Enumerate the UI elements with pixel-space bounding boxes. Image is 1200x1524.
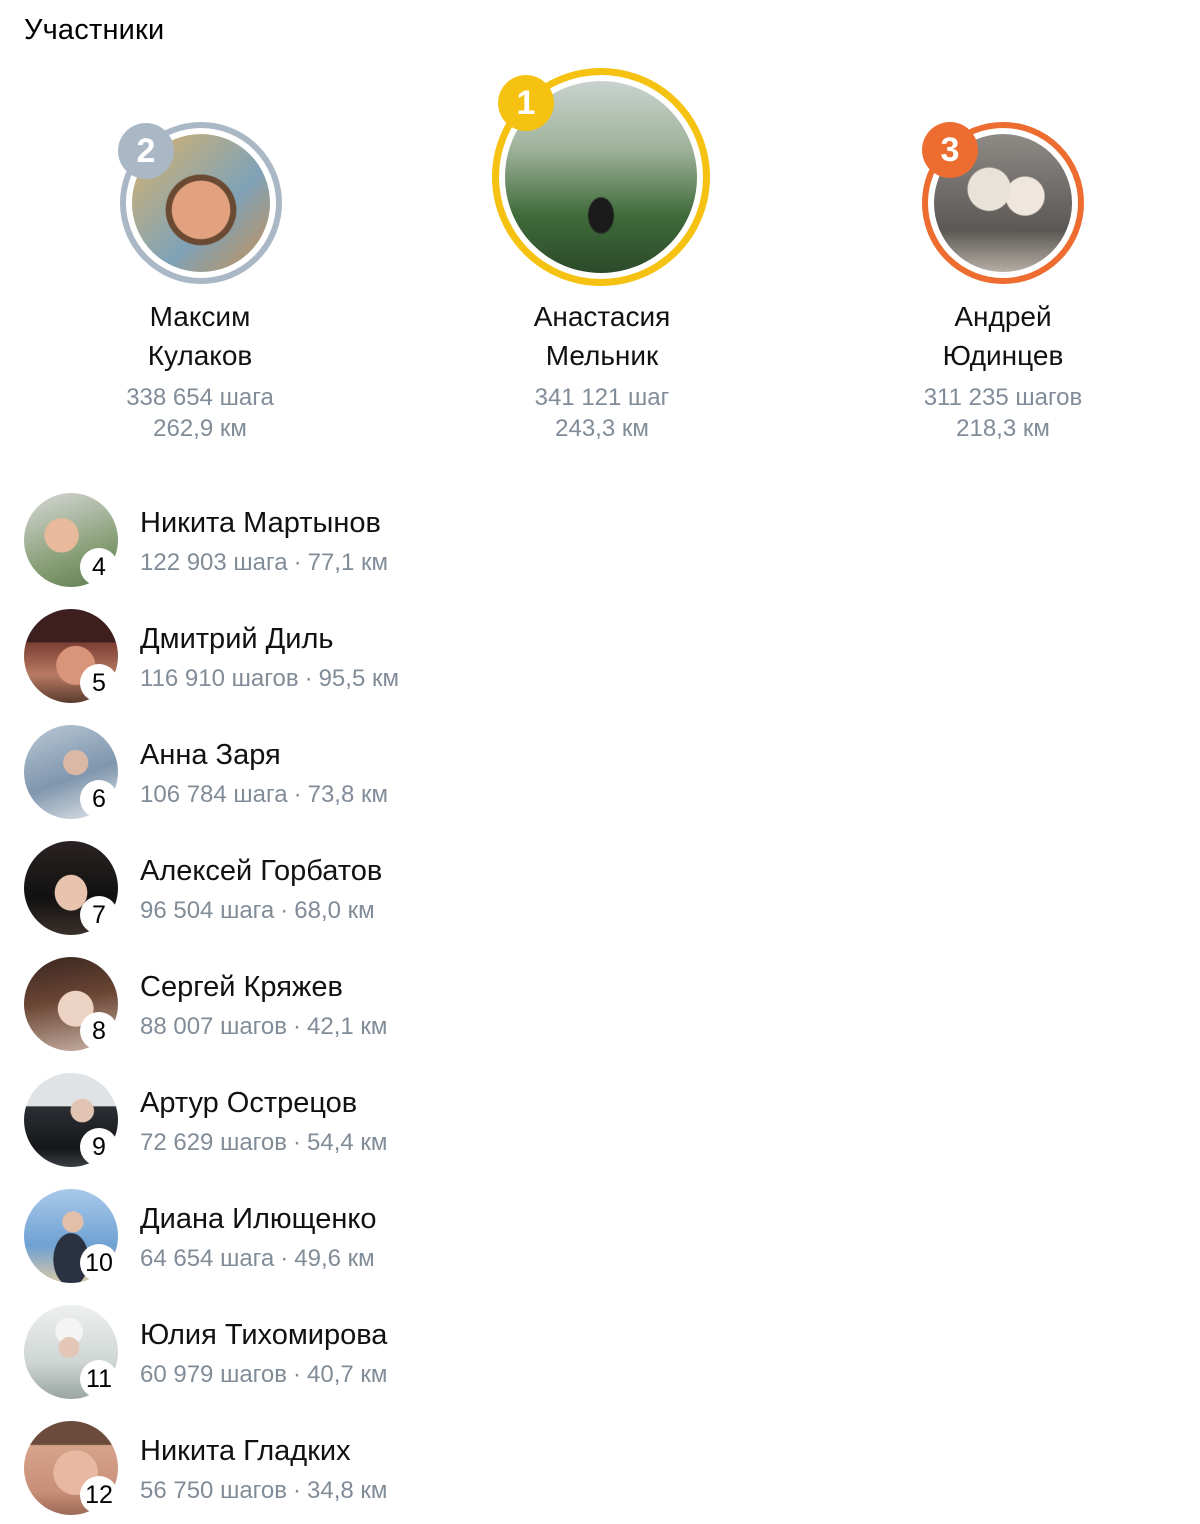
list-item[interactable]: 11 Юлия Тихомирова 60 979 шагов · 40,7 км	[24, 1305, 724, 1405]
place-badge: 6	[80, 780, 118, 818]
participant-stats: 56 750 шагов · 34,8 км	[140, 1477, 387, 1505]
place-badge: 2	[118, 123, 174, 179]
separator: ·	[293, 1013, 301, 1040]
participant-distance: 49,6 км	[294, 1245, 375, 1272]
separator: ·	[304, 665, 313, 692]
participant-name[interactable]: Дмитрий Диль	[140, 623, 334, 656]
participant-steps: 72 629 шагов	[140, 1129, 287, 1156]
participant-steps: 106 784 шага	[140, 781, 288, 808]
participant-last-name: Кулаков	[147, 340, 253, 371]
list-item[interactable]: 8 Сергей Кряжев 88 007 шагов · 42,1 км	[24, 957, 724, 1057]
participant-first-name: Максим	[149, 301, 251, 332]
place-badge: 11	[80, 1360, 118, 1398]
participant-name[interactable]: Никита Гладких	[140, 1435, 351, 1468]
list-item[interactable]: 7 Алексей Горбатов 96 504 шага · 68,0 км	[24, 841, 724, 941]
participant-name[interactable]: Юлия Тихомирова	[140, 1319, 387, 1352]
list-item[interactable]: 9 Артур Острецов 72 629 шагов · 54,4 км	[24, 1073, 724, 1173]
separator: ·	[280, 1245, 289, 1272]
participant-distance: 73,8 км	[307, 781, 388, 808]
podium-place-3[interactable]: 3 Андрей Юдинцев 311 235 шагов 218,3 км	[843, 60, 1163, 460]
separator: ·	[293, 549, 302, 576]
participant-name[interactable]: Диана Илющенко	[140, 1203, 377, 1236]
participant-distance: 40,7 км	[307, 1361, 388, 1388]
participant-distance: 262,9 км	[153, 415, 247, 442]
participant-steps: 311 235 шагов	[923, 384, 1083, 411]
participant-last-name: Юдинцев	[942, 340, 1064, 371]
page-title: Участники	[24, 14, 165, 46]
participant-steps: 64 654 шага	[140, 1245, 275, 1272]
place-badge: 3	[922, 122, 978, 178]
place-badge: 12	[80, 1476, 118, 1514]
participant-steps: 116 910 шагов	[140, 665, 299, 692]
participant-stats: 96 504 шага · 68,0 км	[140, 897, 375, 925]
participant-stats: 116 910 шагов · 95,5 км	[140, 665, 399, 693]
place-badge: 5	[80, 664, 118, 702]
participant-distance: 68,0 км	[294, 897, 375, 924]
participant-steps: 341 121 шаг	[534, 384, 670, 411]
separator: ·	[293, 781, 302, 808]
participant-name[interactable]: Алексей Горбатов	[140, 855, 382, 888]
participant-steps: 96 504 шага	[140, 897, 275, 924]
place-badge: 9	[80, 1128, 118, 1166]
participant-stats: 64 654 шага · 49,6 км	[140, 1245, 375, 1273]
list-item[interactable]: 6 Анна Заря 106 784 шага · 73,8 км	[24, 725, 724, 825]
place-badge: 4	[80, 548, 118, 586]
participant-stats: 60 979 шагов · 40,7 км	[140, 1361, 387, 1389]
participant-name[interactable]: Анна Заря	[140, 739, 281, 772]
participant-distance: 95,5 км	[318, 665, 399, 692]
participant-steps: 56 750 шагов	[140, 1477, 287, 1504]
separator: ·	[293, 1477, 301, 1504]
participant-distance: 243,3 км	[555, 415, 649, 442]
participant-stats: 106 784 шага · 73,8 км	[140, 781, 388, 809]
participant-distance: 42,1 км	[307, 1013, 388, 1040]
participant-distance: 54,4 км	[307, 1129, 388, 1156]
separator: ·	[280, 897, 289, 924]
place-badge: 10	[80, 1244, 118, 1282]
participant-first-name: Андрей	[954, 301, 1052, 332]
participant-steps: 60 979 шагов	[140, 1361, 287, 1388]
separator: ·	[293, 1361, 301, 1388]
participant-distance: 77,1 км	[307, 549, 388, 576]
separator: ·	[293, 1129, 301, 1156]
podium-place-1[interactable]: 1 Анастасия Мельник 341 121 шаг 243,3 км	[442, 60, 762, 460]
list-item[interactable]: 4 Никита Мартынов 122 903 шага · 77,1 км	[24, 493, 724, 593]
list-item[interactable]: 12 Никита Гладких 56 750 шагов · 34,8 км	[24, 1421, 724, 1521]
participant-stats: 88 007 шагов · 42,1 км	[140, 1013, 387, 1041]
place-badge: 8	[80, 1012, 118, 1050]
participant-distance: 34,8 км	[307, 1477, 388, 1504]
podium-place-2[interactable]: 2 Максим Кулаков 338 654 шага 262,9 км	[40, 60, 360, 460]
participant-name[interactable]: Сергей Кряжев	[140, 971, 343, 1004]
list-item[interactable]: 5 Дмитрий Диль 116 910 шагов · 95,5 км	[24, 609, 724, 709]
participant-last-name: Мельник	[545, 340, 659, 371]
participant-distance: 218,3 км	[956, 415, 1050, 442]
participant-steps: 122 903 шага	[140, 549, 288, 576]
participant-steps: 338 654 шага	[126, 384, 274, 411]
participant-name[interactable]: Артур Острецов	[140, 1087, 357, 1120]
participant-name[interactable]: Никита Мартынов	[140, 507, 381, 540]
participant-stats: 72 629 шагов · 54,4 км	[140, 1129, 387, 1157]
participant-stats: 122 903 шага · 77,1 км	[140, 549, 388, 577]
place-badge: 1	[498, 75, 554, 131]
list-item[interactable]: 10 Диана Илющенко 64 654 шага · 49,6 км	[24, 1189, 724, 1289]
place-badge: 7	[80, 896, 118, 934]
participant-first-name: Анастасия	[533, 301, 671, 332]
participant-steps: 88 007 шагов	[140, 1013, 287, 1040]
